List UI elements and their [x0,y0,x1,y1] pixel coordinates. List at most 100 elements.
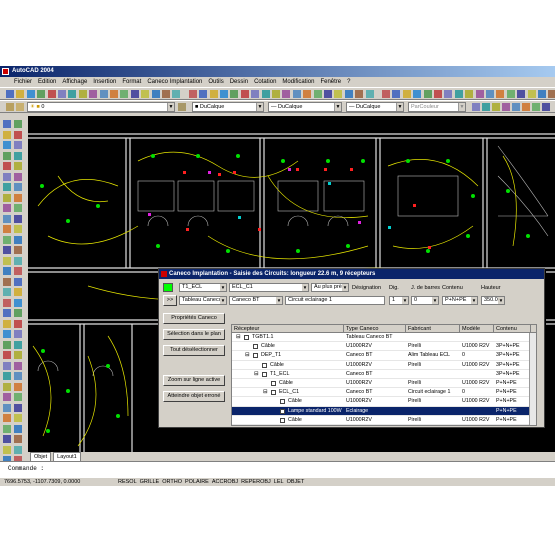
toolbar-button-icon[interactable] [517,90,526,98]
grid-row[interactable]: Câble U1000R2V Pirelli U1000 R2V P+N+PE [232,379,536,389]
tool-icon[interactable] [14,330,22,338]
toolbar-button-icon[interactable] [89,90,98,98]
tool-icon[interactable] [3,214,11,223]
tool-icon[interactable] [14,214,22,223]
toolbar-button-icon[interactable] [99,90,108,98]
tool-icon[interactable] [3,120,11,128]
toolbar-button-icon[interactable] [240,90,249,98]
status-toggle-polaire[interactable]: POLAIRE [185,479,209,485]
tool-icon[interactable] [14,225,22,233]
row-checkbox[interactable] [280,408,285,414]
color-combo[interactable]: ■ DuCalque ▼ [192,102,264,112]
selection-dans-le-plan-button[interactable]: Sélection dans le plan [163,329,225,340]
source-type-combo[interactable]: Tableau Caneco ▼ [179,296,227,305]
tool-icon[interactable] [3,309,11,317]
toolbar-button-icon[interactable] [344,90,353,98]
tool-icon[interactable] [14,309,22,317]
toolbar-button-icon[interactable] [502,103,510,111]
toolbar-button-icon[interactable] [548,90,555,98]
tool-icon[interactable] [14,277,22,286]
tool-icon[interactable] [14,340,22,349]
proprietes-caneco-button[interactable]: Propriétés Caneco [163,313,225,324]
toolbar-button-icon[interactable] [444,90,453,98]
tool-icon[interactable] [14,445,22,454]
tool-icon[interactable] [14,183,22,191]
circuit-combo[interactable]: ECL_C1 ▼ [229,283,309,292]
menu-item[interactable]: Insertion [93,79,116,85]
plotstyle-combo[interactable]: ParCouleur ▼ [408,102,466,112]
tool-icon[interactable] [14,141,22,149]
tool-icon[interactable] [3,445,11,454]
toolbar-button-icon[interactable] [261,90,270,98]
receptors-grid[interactable]: Récepteur Type Caneco Fabricant Modèle C… [231,324,537,426]
row-checkbox[interactable] [262,371,267,377]
tool-icon[interactable] [14,361,22,370]
row-checkbox[interactable] [244,335,249,340]
toolbar-button-icon[interactable] [120,90,129,98]
toolbar-button-icon[interactable] [58,90,66,98]
toolbar-button-icon[interactable] [355,90,364,98]
tool-icon[interactable] [14,288,22,296]
tool-icon[interactable] [3,235,11,244]
tool-icon[interactable] [14,414,22,422]
grid-row[interactable]: ⊟ TGBT1.1 Tableau Caneco BT [232,333,536,343]
grid-row[interactable]: Lampe standard 100W Eclairage P+N+PE [232,406,536,416]
toolbar-button-icon[interactable] [162,90,170,98]
tool-icon[interactable] [14,246,22,254]
zoom-ligne-active-button[interactable]: Zoom sur ligne active [163,375,225,386]
dig-field[interactable]: 1 ▼ [389,296,409,305]
menu-item[interactable]: Affichage [62,79,87,85]
status-toggle-grille[interactable]: GRILLE [140,479,160,485]
row-checkbox[interactable] [253,353,258,359]
toolbar-button-icon[interactable] [188,90,197,98]
lineweight-combo[interactable]: — DuCalque ▼ [346,102,404,112]
menu-item[interactable]: ? [347,79,350,85]
toolbar-button-icon[interactable] [26,90,35,98]
tool-icon[interactable] [3,393,11,401]
toolbar-button-icon[interactable] [199,90,208,98]
menu-item[interactable]: Fenêtre [320,79,341,85]
tool-icon[interactable] [3,130,11,139]
contenu-combo[interactable]: P+N+PE ▼ [442,296,478,305]
tout-deselectionner-button[interactable]: Tout désélectionner [163,345,225,356]
toolbar-button-icon[interactable] [492,103,500,111]
tool-icon[interactable] [3,319,11,328]
col-type-caneco[interactable]: Type Caneco [344,325,406,333]
toolbar-button-icon[interactable] [334,90,343,98]
menu-item[interactable]: Outils [208,79,223,85]
tool-icon[interactable] [3,372,11,380]
toolbar-button-icon[interactable] [313,90,322,98]
layer-combo[interactable]: ☀ ■ 0 ▼ [27,102,175,112]
tool-icon[interactable] [3,277,11,286]
tool-icon[interactable] [14,393,22,401]
tool-icon[interactable] [14,424,22,433]
toolbar-button-icon[interactable] [454,90,463,98]
grid-row[interactable]: Câble U1000R2V Pirelli U1000 R2V P+N+PE [232,397,536,407]
row-checkbox[interactable] [280,399,285,405]
toolbar-button-icon[interactable] [434,90,442,98]
tool-icon[interactable] [3,414,11,422]
toolbar-button-icon[interactable] [382,90,390,98]
toolbar-button-icon[interactable] [151,90,160,98]
tool-icon[interactable] [3,298,11,307]
tool-icon[interactable] [14,235,22,244]
grid-scrollbar[interactable] [529,333,536,425]
tool-icon[interactable] [3,172,11,181]
status-toggle-lel[interactable]: LEL [274,479,284,485]
grid-row[interactable]: ⊟ ECL_C1 Caneco BT Circuit eclairage 1 0 P+N+… [232,388,536,398]
tool-icon[interactable] [3,204,11,212]
tool-icon[interactable] [14,435,22,443]
linetype-combo[interactable]: — DuCalque ▼ [268,102,342,112]
tool-icon[interactable] [3,162,11,170]
toolbar-button-icon[interactable] [475,90,484,98]
grid-row[interactable]: Câble U1000R2V Pirelli U1000 R2V 3P+N+PE [232,361,536,370]
col-modele[interactable]: Modèle [460,325,494,333]
expand-toggle-icon[interactable]: ⊟ [263,388,267,397]
tool-icon[interactable] [14,351,22,359]
toolbar-button-icon[interactable] [47,90,56,98]
tool-icon[interactable] [14,372,22,380]
toolbar-button-icon[interactable] [78,90,87,98]
tool-icon[interactable] [3,330,11,338]
toolbar-button-icon[interactable] [292,90,301,98]
tool-icon[interactable] [14,120,22,128]
